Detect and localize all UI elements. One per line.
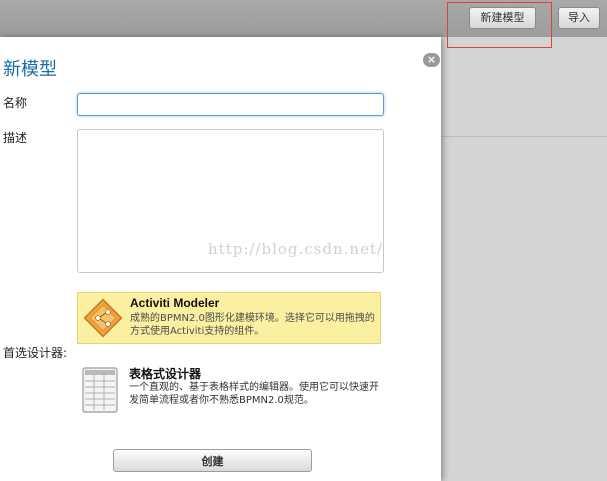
background-panel [441,37,607,481]
name-label: 名称 [3,96,28,110]
dialog-title: 新模型 [3,59,57,80]
option-title: Activiti Modeler [130,296,220,310]
option-description: 成熟的BPMN2.0图形化建模环境。选择它可以用拖拽的方式使用Activiti支… [130,313,375,337]
new-model-dialog: 新模型 名称 描述 Activiti Modeler 成熟的BPMN2.0图形化… [0,37,441,481]
create-button[interactable]: 创建 [113,449,312,472]
option-description: 一个直观的、基于表格样式的编辑器。使用它可以快速开发简单流程或者你不熟悉BPMN… [129,382,379,406]
designer-option-table-designer[interactable]: 表格式设计器 一个直观的、基于表格样式的编辑器。使用它可以快速开发简单流程或者你… [77,362,381,418]
activiti-modeler-icon [81,296,125,343]
preferred-designer-label: 首选设计器: [3,346,68,360]
background-divider [441,136,607,137]
option-title: 表格式设计器 [129,367,202,381]
designer-option-activiti-modeler[interactable]: Activiti Modeler 成熟的BPMN2.0图形化建模环境。选择它可以… [77,292,381,344]
import-button[interactable]: 导入 [558,7,600,29]
watermark-text: http://blog.csdn.net/ [208,240,384,258]
table-designer-icon [80,365,124,418]
name-input[interactable] [77,93,384,116]
description-label: 描述 [3,131,28,145]
close-icon[interactable]: × [423,53,440,67]
annotation-highlight-box [447,2,552,48]
